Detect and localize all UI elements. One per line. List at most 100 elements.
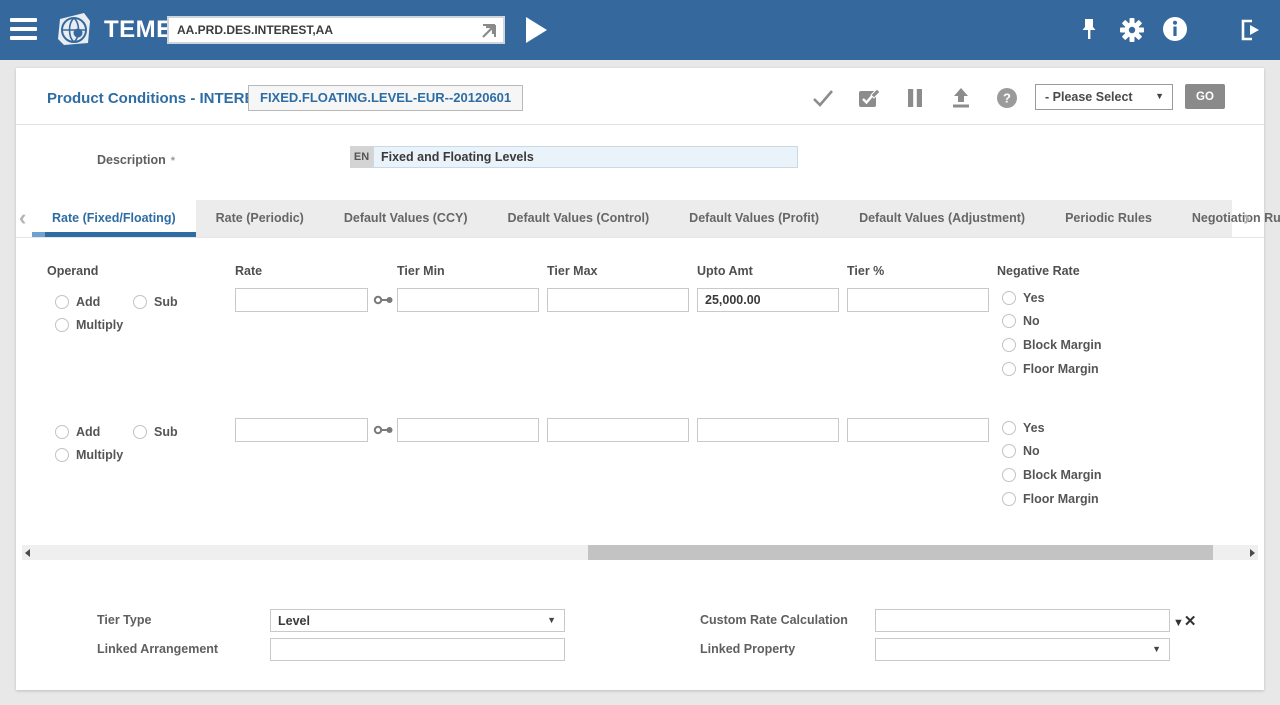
clear-x-icon[interactable]: ✕ [1184, 613, 1197, 630]
row1-tier-min-input[interactable] [397, 288, 539, 312]
radio-circle-icon [55, 295, 69, 309]
row2-rate-lookup-key-icon[interactable] [373, 423, 395, 437]
tab-strip: Rate (Fixed/Floating) Rate (Periodic) De… [32, 200, 1232, 237]
tier-type-label: Tier Type [97, 613, 151, 627]
tab-default-values-control[interactable]: Default Values (Control) [487, 200, 669, 237]
row1-negative-rate-yes-radio[interactable]: Yes [1002, 291, 1045, 305]
temenos-globe-icon [54, 11, 96, 49]
required-asterisk: * [171, 155, 175, 167]
row2-tier-max-input[interactable] [547, 418, 689, 442]
tab-rate-periodic[interactable]: Rate (Periodic) [196, 200, 324, 237]
tier-type-select[interactable]: Level ▼ [270, 609, 565, 632]
radio-circle-icon [1002, 338, 1016, 352]
row1-tier-pct-input[interactable] [847, 288, 989, 312]
row1-negative-rate-floor-margin-radio[interactable]: Floor Margin [1002, 362, 1099, 376]
radio-circle-icon [1002, 314, 1016, 328]
hold-pause-icon[interactable] [903, 86, 927, 110]
divider [16, 124, 1264, 125]
tab-scroll-right-icon[interactable]: › [1243, 207, 1255, 229]
scroll-right-arrow-icon[interactable] [1250, 549, 1255, 557]
help-icon[interactable]: ? [995, 86, 1019, 110]
col-header-negative-rate: Negative Rate [997, 264, 1080, 278]
linked-property-label: Linked Property [700, 642, 795, 656]
radio-circle-icon [1002, 421, 1016, 435]
gear-icon[interactable] [1118, 16, 1146, 44]
row2-upto-amt-input[interactable] [697, 418, 839, 442]
row1-operand-add-radio[interactable]: Add [55, 295, 100, 309]
horizontal-scrollbar[interactable] [22, 545, 1258, 560]
tab-default-values-profit[interactable]: Default Values (Profit) [669, 200, 839, 237]
radio-circle-icon [1002, 444, 1016, 458]
row2-operand-multiply-radio[interactable]: Multiply [55, 448, 123, 462]
command-line-box [167, 16, 505, 44]
chevron-down-icon: ▼ [547, 615, 556, 625]
command-line-input[interactable] [169, 18, 503, 42]
tab-negotiation-rules[interactable]: Negotiation Rules [1172, 200, 1280, 237]
tab-default-values-ccy[interactable]: Default Values (CCY) [324, 200, 488, 237]
radio-circle-icon [55, 425, 69, 439]
row1-operand-multiply-radio[interactable]: Multiply [55, 318, 123, 332]
scroll-left-arrow-icon[interactable] [25, 549, 30, 557]
row1-operand-sub-radio[interactable]: Sub [133, 295, 178, 309]
custom-rate-calculation-input[interactable] [875, 609, 1170, 632]
col-header-operand: Operand [47, 264, 98, 278]
row2-rate-input[interactable] [235, 418, 368, 442]
row1-tier-max-input[interactable] [547, 288, 689, 312]
custom-rate-calculation-label: Custom Rate Calculation [700, 613, 848, 627]
validate-check-icon[interactable] [811, 86, 835, 110]
linked-arrangement-input[interactable] [270, 638, 565, 661]
menu-icon[interactable] [10, 18, 37, 42]
description-label: Description* [97, 151, 175, 169]
content-card: Product Conditions - INTEREST FIXED.FLOA… [16, 68, 1264, 690]
description-input[interactable] [373, 146, 798, 168]
row1-negative-rate-block-margin-radio[interactable]: Block Margin [1002, 338, 1102, 352]
row2-tier-pct-input[interactable] [847, 418, 989, 442]
pin-icon[interactable] [1076, 16, 1102, 44]
col-header-tier-min: Tier Min [397, 264, 445, 278]
go-button[interactable]: GO [1185, 84, 1225, 109]
row2-negative-rate-no-radio[interactable]: No [1002, 444, 1040, 458]
tab-rate-fixed-floating[interactable]: Rate (Fixed/Floating) [32, 200, 196, 237]
row2-operand-add-radio[interactable]: Add [55, 425, 100, 439]
custom-rate-icons: ▼✕ [1173, 612, 1196, 631]
launch-icon[interactable] [479, 21, 499, 41]
col-header-rate: Rate [235, 264, 262, 278]
row2-tier-min-input[interactable] [397, 418, 539, 442]
page-title: Product Conditions - INTEREST [47, 90, 274, 107]
tab-periodic-rules[interactable]: Periodic Rules [1045, 200, 1172, 237]
row2-negative-rate-block-margin-radio[interactable]: Block Margin [1002, 468, 1102, 482]
edit-validate-icon[interactable] [857, 86, 881, 110]
row2-negative-rate-yes-radio[interactable]: Yes [1002, 421, 1045, 435]
radio-circle-icon [1002, 468, 1016, 482]
scrollbar-thumb[interactable] [588, 545, 1213, 560]
row1-negative-rate-no-radio[interactable]: No [1002, 314, 1040, 328]
radio-circle-icon [133, 295, 147, 309]
commit-upload-icon[interactable] [949, 86, 973, 110]
dropdown-caret-icon[interactable]: ▼ [1173, 617, 1184, 629]
radio-circle-icon [133, 425, 147, 439]
run-play-icon[interactable] [526, 17, 547, 43]
record-id-badge: FIXED.FLOATING.LEVEL-EUR--20120601 [248, 85, 523, 111]
radio-circle-icon [1002, 291, 1016, 305]
row1-upto-amt-input[interactable] [697, 288, 839, 312]
linked-property-select[interactable]: ▼ [875, 638, 1170, 661]
chevron-down-icon: ▼ [1152, 644, 1161, 654]
language-badge: EN [350, 146, 373, 168]
svg-text:?: ? [1003, 91, 1011, 106]
radio-circle-icon [55, 448, 69, 462]
row1-rate-lookup-key-icon[interactable] [373, 293, 395, 307]
tab-default-values-adjustment[interactable]: Default Values (Adjustment) [839, 200, 1045, 237]
top-bar: TEMENOS [0, 0, 1280, 60]
tool-actions-select[interactable]: - Please Select ▼ [1035, 84, 1173, 110]
info-icon[interactable] [1162, 16, 1188, 42]
row1-rate-input[interactable] [235, 288, 368, 312]
row2-negative-rate-floor-margin-radio[interactable]: Floor Margin [1002, 492, 1099, 506]
chevron-down-icon: ▼ [1155, 91, 1164, 101]
radio-circle-icon [1002, 362, 1016, 376]
radio-circle-icon [55, 318, 69, 332]
col-header-tier-max: Tier Max [547, 264, 598, 278]
tab-scroll-left-icon[interactable]: ‹ [19, 207, 31, 229]
divider [16, 237, 1264, 238]
signout-icon[interactable] [1236, 16, 1264, 44]
row2-operand-sub-radio[interactable]: Sub [133, 425, 178, 439]
